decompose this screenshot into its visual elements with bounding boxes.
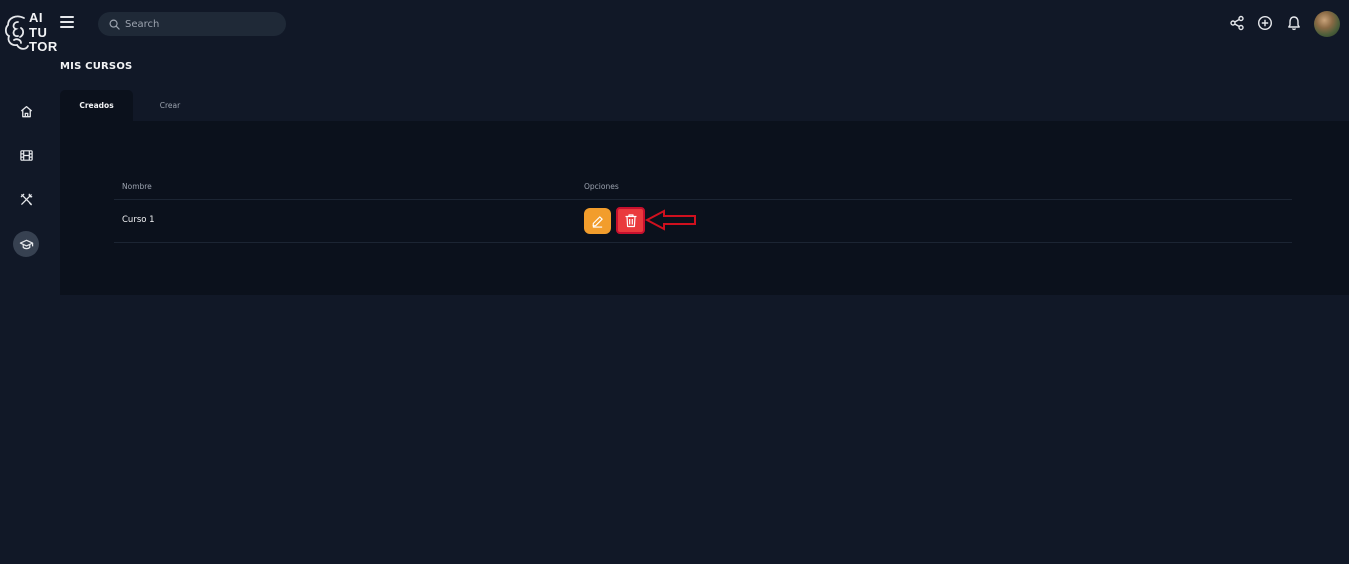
film-icon bbox=[19, 149, 33, 161]
delete-button[interactable] bbox=[616, 207, 645, 234]
plus-circle-icon[interactable] bbox=[1257, 15, 1273, 31]
trash-icon bbox=[625, 214, 636, 228]
sidebar-item-videos[interactable] bbox=[13, 142, 39, 168]
search-bar[interactable] bbox=[98, 12, 286, 36]
logo-brain-icon bbox=[4, 14, 30, 56]
logo-line-1: AI bbox=[29, 10, 43, 25]
table-divider bbox=[114, 242, 1292, 243]
table-divider bbox=[114, 199, 1292, 200]
annotation-arrow-icon bbox=[644, 209, 698, 235]
tools-icon bbox=[20, 193, 32, 205]
bell-icon[interactable] bbox=[1286, 15, 1302, 31]
courses-panel bbox=[60, 121, 1349, 295]
share-icon[interactable] bbox=[1229, 15, 1245, 31]
menu-icon[interactable] bbox=[60, 16, 74, 30]
edit-icon bbox=[592, 215, 603, 228]
graduation-cap-icon bbox=[19, 239, 33, 249]
course-name: Curso 1 bbox=[122, 215, 155, 225]
edit-button[interactable] bbox=[584, 208, 611, 234]
search-icon bbox=[109, 19, 120, 30]
tab-creados[interactable]: Creados bbox=[60, 90, 133, 121]
tab-crear[interactable]: Crear bbox=[134, 90, 206, 121]
avatar[interactable] bbox=[1314, 11, 1340, 37]
sidebar-item-home[interactable] bbox=[13, 98, 39, 124]
sidebar-item-courses[interactable] bbox=[13, 231, 39, 257]
home-icon bbox=[20, 105, 32, 117]
logo-line-3: TOR bbox=[29, 39, 58, 54]
page-title: MIS CURSOS bbox=[60, 61, 133, 72]
column-header-opciones: Opciones bbox=[584, 182, 619, 191]
logo-text: AI TU TOR bbox=[29, 10, 58, 55]
column-header-nombre: Nombre bbox=[122, 182, 152, 191]
logo-line-2: TU bbox=[29, 24, 48, 40]
sidebar-item-tools[interactable] bbox=[13, 186, 39, 212]
search-input[interactable] bbox=[125, 18, 275, 30]
